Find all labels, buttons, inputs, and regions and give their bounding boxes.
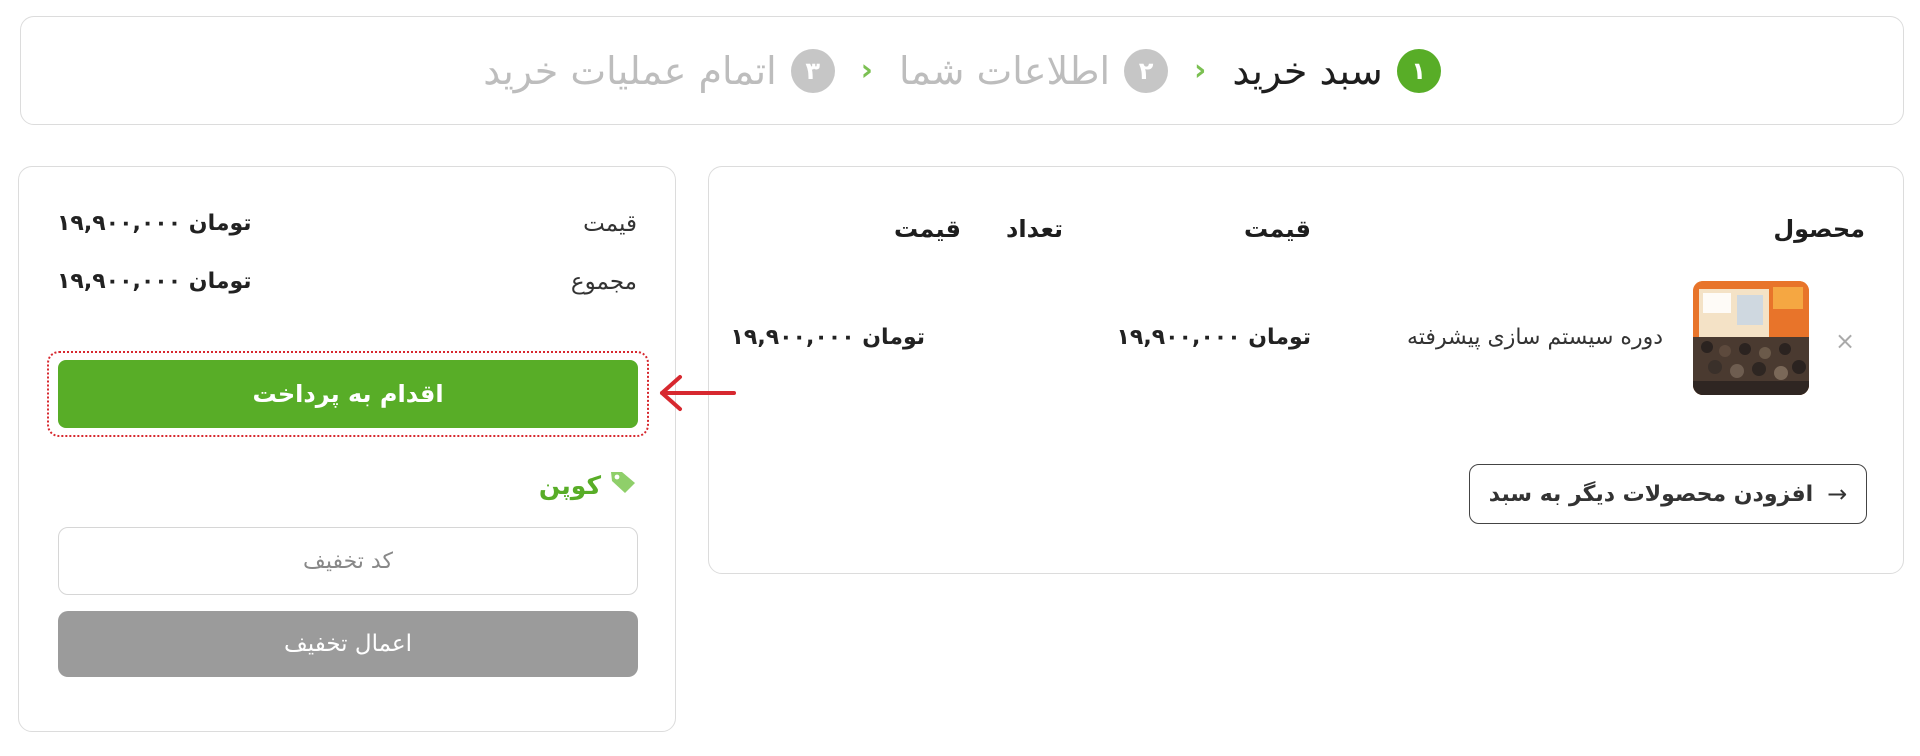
add-more-products-button[interactable]: → افزودن محصولات دیگر به سبد [1469, 464, 1867, 524]
tag-icon [609, 469, 637, 501]
chevron-left-icon: › [1194, 52, 1207, 88]
step-label-complete: اتمام عملیات خرید [483, 48, 777, 93]
cart-table-panel: محصول قیمت تعداد قیمت × دوره سیستم سازی … [708, 166, 1904, 574]
product-thumbnail[interactable] [1693, 281, 1809, 395]
step-number-1: ۱ [1396, 48, 1441, 93]
coupon-heading: کوپن [539, 469, 637, 501]
summary-total-label: مجموع [570, 269, 637, 295]
apply-coupon-button[interactable]: اعمال تخفیف [58, 611, 638, 677]
add-more-label: افزودن محصولات دیگر به سبد [1488, 481, 1814, 507]
step-label-cart: سبد خرید [1232, 48, 1383, 93]
step-info: ۲ اطلاعات شما [899, 48, 1169, 93]
step-cart: ۱ سبد خرید [1232, 48, 1441, 93]
header-product: محصول [1773, 215, 1865, 243]
checkout-steps: ۱ سبد خرید › ۲ اطلاعات شما › ۳ اتمام عمل… [20, 16, 1904, 125]
arrow-right-icon: → [1827, 480, 1848, 508]
order-summary-panel: قیمت ۱۹,۹۰۰,۰۰۰ تومان مجموع ۱۹,۹۰۰,۰۰۰ ت… [18, 166, 676, 732]
arrow-left-icon [660, 375, 736, 411]
product-name-link[interactable]: دوره سیستم سازی پیشرفته [1407, 325, 1663, 350]
summary-total-value: ۱۹,۹۰۰,۰۰۰ تومان [57, 269, 252, 294]
item-subtotal: ۱۹,۹۰۰,۰۰۰ تومان [730, 325, 925, 350]
summary-price-value: ۱۹,۹۰۰,۰۰۰ تومان [57, 211, 252, 236]
step-number-3: ۳ [790, 48, 835, 93]
checkout-button[interactable]: اقدام به پرداخت [58, 360, 638, 428]
step-label-info: اطلاعات شما [899, 48, 1111, 93]
step-complete: ۳ اتمام عملیات خرید [483, 48, 835, 93]
coupon-code-input[interactable] [58, 527, 638, 595]
thumbnail-image [1693, 281, 1809, 395]
header-price: قیمت [1243, 215, 1311, 243]
step-number-2: ۲ [1124, 48, 1169, 93]
chevron-left-icon: › [860, 52, 874, 88]
header-subtotal: قیمت [893, 215, 961, 243]
item-price: ۱۹,۹۰۰,۰۰۰ تومان [1116, 325, 1311, 350]
coupon-title: کوپن [538, 470, 601, 500]
close-icon[interactable]: × [1835, 329, 1855, 353]
summary-price-label: قیمت [583, 211, 637, 237]
header-quantity: تعداد [1006, 215, 1063, 243]
